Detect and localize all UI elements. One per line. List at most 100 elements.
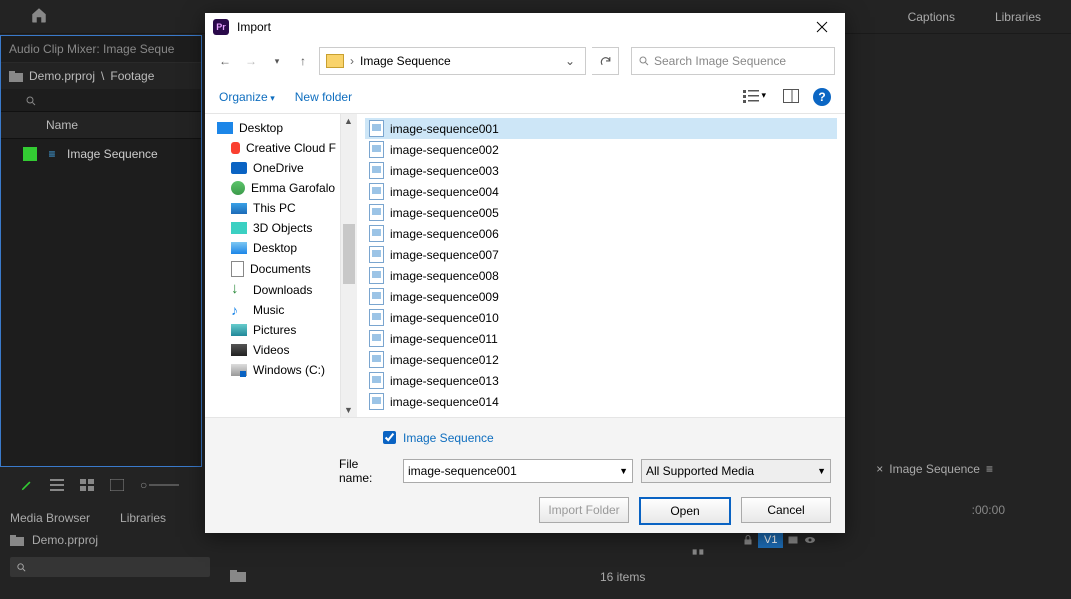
filename-value: image-sequence001	[408, 464, 517, 478]
bin-item-label: Image Sequence	[67, 147, 158, 161]
tree-onedrive[interactable]: OneDrive	[205, 158, 340, 178]
chevron-down-icon[interactable]: ▼	[619, 466, 628, 476]
tree-user[interactable]: Emma Garofalo	[205, 178, 340, 198]
breadcrumb-folder: Footage	[110, 69, 154, 83]
search-input[interactable]: Search Image Sequence	[631, 47, 835, 75]
image-file-icon	[369, 225, 384, 242]
close-tab-icon[interactable]: ×	[876, 462, 883, 476]
tree-pictures[interactable]: Pictures	[205, 320, 340, 340]
tree-drive-c[interactable]: Windows (C:)	[205, 360, 340, 380]
chevron-down-icon[interactable]: ▼	[817, 466, 826, 476]
path-current[interactable]: Image Sequence	[360, 54, 451, 68]
image-file-icon	[369, 372, 384, 389]
tab-libraries[interactable]: Libraries	[995, 10, 1041, 24]
file-item[interactable]: image-sequence005	[365, 202, 837, 223]
file-name: image-sequence002	[390, 143, 499, 157]
path-box[interactable]: › Image Sequence ⌄	[319, 47, 586, 75]
scroll-down-icon[interactable]: ▼	[344, 405, 353, 415]
image-sequence-checkbox[interactable]	[383, 431, 396, 444]
image-file-icon	[369, 309, 384, 326]
pencil-icon[interactable]	[20, 478, 34, 492]
file-item[interactable]: image-sequence007	[365, 244, 837, 265]
file-item[interactable]: image-sequence012	[365, 349, 837, 370]
cancel-button[interactable]: Cancel	[741, 497, 831, 523]
up-button[interactable]: ↑	[293, 51, 313, 71]
forward-button: →	[241, 51, 261, 71]
tree-documents[interactable]: Documents	[205, 258, 340, 280]
project-panel: Audio Clip Mixer: Image Seque Demo.prpro…	[0, 35, 202, 467]
ripple-tool-icon[interactable]	[690, 544, 706, 560]
tree-creative-cloud[interactable]: Creative Cloud F	[205, 138, 340, 158]
new-bin-icon[interactable]	[230, 570, 246, 585]
file-name: image-sequence008	[390, 269, 499, 283]
view-toggle[interactable]: ▾	[740, 87, 769, 107]
tree-music[interactable]: ♪Music	[205, 300, 340, 320]
open-button[interactable]: Open	[639, 497, 731, 525]
new-folder-button[interactable]: New folder	[295, 90, 352, 104]
file-name: image-sequence009	[390, 290, 499, 304]
image-file-icon	[369, 141, 384, 158]
tree-scrollbar[interactable]: ▲ ▼	[341, 114, 357, 417]
refresh-button[interactable]	[592, 47, 619, 75]
track-label-v1[interactable]: V1	[758, 532, 783, 548]
file-item[interactable]: image-sequence006	[365, 223, 837, 244]
home-icon[interactable]	[30, 6, 48, 24]
file-item[interactable]: image-sequence008	[365, 265, 837, 286]
lock-icon[interactable]	[742, 534, 754, 546]
image-file-icon	[369, 393, 384, 410]
item-count: 16 items	[600, 570, 645, 584]
scroll-up-icon[interactable]: ▲	[344, 116, 353, 126]
tab-menu-icon[interactable]: ≡	[986, 462, 993, 476]
folder-tree[interactable]: Desktop Creative Cloud F OneDrive Emma G…	[205, 114, 341, 417]
file-name: image-sequence001	[390, 122, 499, 136]
file-item[interactable]: image-sequence003	[365, 160, 837, 181]
tree-desktop2[interactable]: Desktop	[205, 238, 340, 258]
file-name: image-sequence003	[390, 164, 499, 178]
tree-this-pc[interactable]: This PC	[205, 198, 340, 218]
help-icon[interactable]: ?	[813, 88, 831, 106]
image-file-icon	[369, 162, 384, 179]
zoom-slider[interactable]: ○	[140, 478, 179, 492]
file-item[interactable]: image-sequence004	[365, 181, 837, 202]
project-search[interactable]	[1, 89, 201, 112]
close-button[interactable]	[807, 17, 837, 37]
thumbnail-view-icon[interactable]	[80, 479, 94, 491]
eye-icon[interactable]	[803, 534, 817, 546]
tree-videos[interactable]: Videos	[205, 340, 340, 360]
image-sequence-label[interactable]: Image Sequence	[403, 431, 494, 445]
scroll-thumb[interactable]	[343, 224, 355, 284]
timeline-tab[interactable]: Image Sequence	[889, 462, 980, 476]
media-browser-search[interactable]	[10, 557, 210, 577]
toggle-output-icon[interactable]	[787, 534, 799, 546]
recent-dropdown[interactable]: ▾	[267, 51, 287, 71]
file-list[interactable]: image-sequence001 image-sequence002 image-…	[357, 114, 845, 417]
list-view-icon[interactable]	[50, 479, 64, 491]
path-dropdown[interactable]: ⌄	[561, 54, 579, 68]
project-breadcrumb[interactable]: Demo.prproj\Footage	[1, 63, 201, 89]
file-item[interactable]: image-sequence013	[365, 370, 837, 391]
freeform-view-icon[interactable]	[110, 479, 124, 491]
filetype-combo[interactable]: All Supported Media ▼	[641, 459, 831, 483]
tab-libraries2[interactable]: Libraries	[120, 511, 166, 525]
column-name[interactable]: Name	[1, 112, 201, 139]
filename-combo[interactable]: image-sequence001 ▼	[403, 459, 633, 483]
file-item[interactable]: image-sequence010	[365, 307, 837, 328]
project-filename[interactable]: Demo.prproj	[32, 533, 98, 547]
file-item[interactable]: image-sequence009	[365, 286, 837, 307]
file-item[interactable]: image-sequence014	[365, 391, 837, 412]
bin-item-image-sequence[interactable]: ≡ Image Sequence	[1, 139, 201, 169]
back-button[interactable]: ←	[215, 51, 235, 71]
track-header-v1[interactable]: V1	[742, 532, 817, 548]
file-item[interactable]: image-sequence011	[365, 328, 837, 349]
tab-captions[interactable]: Captions	[908, 10, 955, 24]
organize-menu[interactable]: Organize	[219, 90, 275, 104]
tab-media-browser[interactable]: Media Browser	[10, 511, 90, 525]
download-icon: ↓	[231, 283, 247, 297]
tree-desktop[interactable]: Desktop	[205, 118, 340, 138]
project-toolbar: ○	[6, 470, 220, 500]
file-item[interactable]: image-sequence001	[365, 118, 837, 139]
preview-pane-toggle[interactable]	[783, 89, 799, 106]
file-item[interactable]: image-sequence002	[365, 139, 837, 160]
tree-3d-objects[interactable]: 3D Objects	[205, 218, 340, 238]
tree-downloads[interactable]: ↓Downloads	[205, 280, 340, 300]
